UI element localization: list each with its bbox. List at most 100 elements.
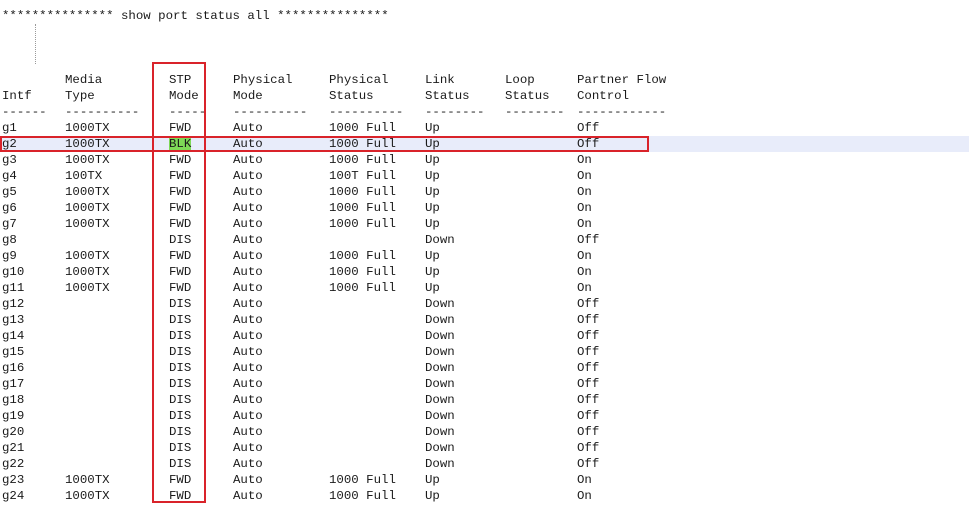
cell-intf: g11 — [2, 281, 25, 295]
table-row[interactable]: g5 1000TX FWD Auto 1000 Full Up On — [0, 184, 969, 200]
cell-mode: Auto — [233, 153, 263, 167]
header-status: Status — [329, 89, 374, 103]
cell-link: Up — [425, 153, 440, 167]
cell-phys: 1000 Full — [329, 249, 396, 263]
header-intf: Intf — [2, 89, 32, 103]
table-row[interactable]: g24 1000TX FWD Auto 1000 Full Up On — [0, 488, 969, 504]
cell-mode: Auto — [233, 121, 263, 135]
header-row-2: Intf Type Mode Mode Status Status Status… — [0, 88, 969, 104]
cell-mode: Auto — [233, 313, 263, 327]
divider-partner: ------------ — [577, 105, 667, 119]
cell-intf: g18 — [2, 393, 25, 407]
cell-fc: Off — [577, 361, 600, 375]
divider-phys-mode: ---------- — [233, 105, 308, 119]
cell-intf: g10 — [2, 265, 25, 279]
header-loop: Loop — [505, 73, 535, 87]
cell-link: Up — [425, 121, 440, 135]
cell-intf: g7 — [2, 217, 17, 231]
table-row[interactable]: g19 DIS Auto Down Off — [0, 408, 969, 424]
cell-fc: Off — [577, 297, 600, 311]
cell-link: Up — [425, 281, 440, 295]
cell-mode: Auto — [233, 345, 263, 359]
table-row[interactable]: g4 100TX FWD Auto 100T Full Up On — [0, 168, 969, 184]
cell-link: Down — [425, 313, 455, 327]
cell-type: 1000TX — [65, 153, 110, 167]
cell-type: 1000TX — [65, 265, 110, 279]
cell-mode: Auto — [233, 281, 263, 295]
cell-intf: g17 — [2, 377, 25, 391]
table-row[interactable]: g3 1000TX FWD Auto 1000 Full Up On — [0, 152, 969, 168]
cell-intf: g1 — [2, 121, 17, 135]
cell-fc: On — [577, 153, 592, 167]
table-row[interactable]: g17 DIS Auto Down Off — [0, 376, 969, 392]
cell-phys: 1000 Full — [329, 217, 396, 231]
cell-mode: Auto — [233, 297, 263, 311]
table-row[interactable]: g12 DIS Auto Down Off — [0, 296, 969, 312]
cell-intf: g12 — [2, 297, 25, 311]
table-row[interactable]: g13 DIS Auto Down Off — [0, 312, 969, 328]
cell-link: Up — [425, 201, 440, 215]
table-row[interactable]: g10 1000TX FWD Auto 1000 Full Up On — [0, 264, 969, 280]
cell-mode: Auto — [233, 409, 263, 423]
cell-link: Down — [425, 329, 455, 343]
cell-type: 1000TX — [65, 281, 110, 295]
stp-mode-annotation-box — [152, 62, 206, 503]
divider-media: ---------- — [65, 105, 140, 119]
header-phys-status: Physical — [329, 73, 389, 87]
table-row[interactable]: g18 DIS Auto Down Off — [0, 392, 969, 408]
header-partner: Partner Flow — [577, 73, 667, 87]
cell-mode: Auto — [233, 329, 263, 343]
cell-fc: On — [577, 281, 592, 295]
cell-mode: Auto — [233, 489, 263, 503]
cell-phys: 100T Full — [329, 169, 396, 183]
cell-intf: g24 — [2, 489, 25, 503]
table-row[interactable]: g22 DIS Auto Down Off — [0, 456, 969, 472]
header-mode: Mode — [233, 89, 263, 103]
cell-phys: 1000 Full — [329, 265, 396, 279]
cell-intf: g6 — [2, 201, 17, 215]
table-row[interactable]: g14 DIS Auto Down Off — [0, 328, 969, 344]
table-row[interactable]: g9 1000TX FWD Auto 1000 Full Up On — [0, 248, 969, 264]
cell-phys: 1000 Full — [329, 473, 396, 487]
cell-link: Down — [425, 393, 455, 407]
cell-intf: g9 — [2, 249, 17, 263]
cell-fc: On — [577, 249, 592, 263]
table-row[interactable]: g23 1000TX FWD Auto 1000 Full Up On — [0, 472, 969, 488]
cell-intf: g3 — [2, 153, 17, 167]
cell-mode: Auto — [233, 217, 263, 231]
g2-row-annotation-box — [0, 136, 649, 152]
cell-intf: g16 — [2, 361, 25, 375]
cell-fc: Off — [577, 441, 600, 455]
cell-phys: 1000 Full — [329, 185, 396, 199]
cell-type: 100TX — [65, 169, 103, 183]
table-row[interactable]: g6 1000TX FWD Auto 1000 Full Up On — [0, 200, 969, 216]
table-row[interactable]: g16 DIS Auto Down Off — [0, 360, 969, 376]
cell-mode: Auto — [233, 441, 263, 455]
cell-link: Down — [425, 457, 455, 471]
table-row[interactable]: g20 DIS Auto Down Off — [0, 424, 969, 440]
cell-intf: g8 — [2, 233, 17, 247]
cell-link: Up — [425, 265, 440, 279]
cell-intf: g15 — [2, 345, 25, 359]
divider-loop: -------- — [505, 105, 565, 119]
cell-link: Down — [425, 409, 455, 423]
cell-fc: Off — [577, 377, 600, 391]
header-media-type: Type — [65, 89, 95, 103]
table-row[interactable]: g21 DIS Auto Down Off — [0, 440, 969, 456]
divider-phys-status: ---------- — [329, 105, 404, 119]
table-row[interactable]: g8 DIS Auto Down Off — [0, 232, 969, 248]
table-row[interactable]: g7 1000TX FWD Auto 1000 Full Up On — [0, 216, 969, 232]
table-row[interactable]: g15 DIS Auto Down Off — [0, 344, 969, 360]
cell-mode: Auto — [233, 473, 263, 487]
cell-fc: Off — [577, 313, 600, 327]
cell-link: Up — [425, 169, 440, 183]
cell-fc: Off — [577, 345, 600, 359]
table-row[interactable]: g1 1000TX FWD Auto 1000 Full Up Off — [0, 120, 969, 136]
cell-link: Up — [425, 217, 440, 231]
cell-intf: g21 — [2, 441, 25, 455]
cell-mode: Auto — [233, 169, 263, 183]
cell-phys: 1000 Full — [329, 121, 396, 135]
cell-mode: Auto — [233, 393, 263, 407]
table-row[interactable]: g11 1000TX FWD Auto 1000 Full Up On — [0, 280, 969, 296]
cell-mode: Auto — [233, 457, 263, 471]
